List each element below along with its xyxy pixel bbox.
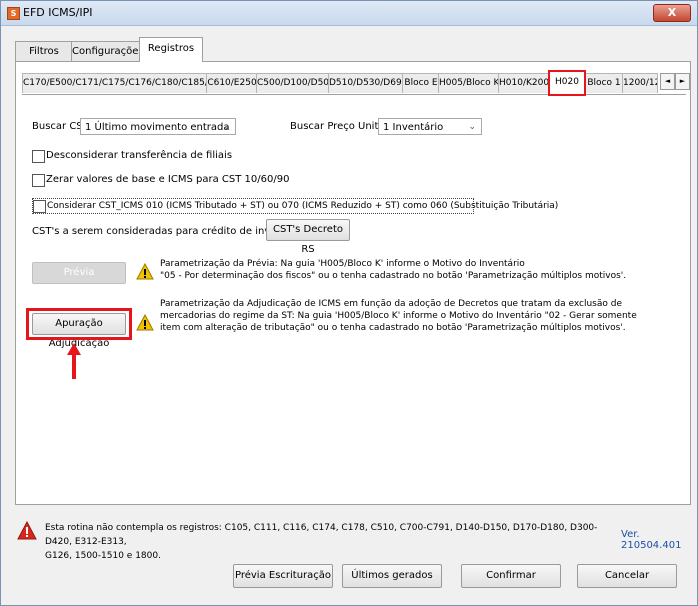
note-line-1: Esta rotina não contempla os registros: …: [45, 523, 598, 547]
tab-scroll-right-icon[interactable]: ►: [675, 73, 690, 90]
registros-note: Esta rotina não contempla os registros: …: [45, 521, 605, 563]
previa-escrituracao-button[interactable]: Prévia Escrituração: [233, 564, 333, 588]
chevron-down-icon: ⌄: [468, 122, 476, 132]
buscar-preco-select[interactable]: 1 Inventário ⌄: [378, 118, 482, 135]
cancelar-button[interactable]: Cancelar: [577, 564, 677, 588]
chk-considerar[interactable]: [33, 200, 46, 213]
tab-d510[interactable]: D510/D530/D695: [328, 73, 404, 93]
inner-tab-strip: C170/E500/C171/C175/C176/C180/C185/C197 …: [22, 70, 690, 96]
tab-1200[interactable]: 1200/12: [622, 73, 658, 93]
tab-c500[interactable]: C500/D100/D500: [256, 73, 330, 93]
apuracao-desc-line-2: mercadorias do regime da ST: Na guia 'H0…: [160, 311, 637, 321]
dialog-window: S EFD ICMS/IPI X Filtros Configurações R…: [0, 0, 698, 606]
warning-icon: [136, 263, 154, 280]
tab-h005[interactable]: H005/Bloco K: [438, 73, 500, 93]
tab-bloco-1[interactable]: Bloco 1: [584, 73, 624, 93]
tab-h020[interactable]: H020: [548, 70, 586, 96]
apuracao-desc-line-1: Parametrização da Adjudicação de ICMS em…: [160, 299, 622, 309]
apuracao-desc-line-3: item com alteração de tributação" ou o t…: [160, 323, 626, 333]
csts-decreto-button[interactable]: CST's Decreto RS: [266, 219, 350, 255]
previa-description: Parametrização da Prévia: Na guia 'H005/…: [160, 258, 626, 282]
chk-desconsiderar-label: Desconsiderar transferência de filiais: [46, 150, 233, 161]
window-title: EFD ICMS/IPI: [23, 6, 93, 19]
csts-label: CST's a serem consideradas para crédito …: [32, 226, 306, 237]
previa-desc-line-2: "05 - Por determinação dos fiscos" ou o …: [160, 271, 627, 281]
tab-filtros[interactable]: Filtros: [15, 41, 73, 61]
chk-zerar-label: Zerar valores de base e ICMS para CST 10…: [46, 174, 290, 185]
app-icon: S: [7, 7, 20, 20]
chk-considerar-label: Considerar CST_ICMS 010 (ICMS Tributado …: [47, 201, 559, 211]
buscar-cst-select[interactable]: 1 Último movimento entrada ⌄: [80, 118, 236, 135]
version-label: Ver. 210504.401: [621, 529, 682, 551]
confirmar-button[interactable]: Confirmar: [461, 564, 561, 588]
tab-configuracoes[interactable]: Configurações: [71, 41, 144, 61]
chevron-down-icon: ⌄: [222, 122, 230, 132]
tab-c610[interactable]: C610/E250: [206, 73, 258, 93]
chk-zerar-row[interactable]: Zerar valores de base e ICMS para CST 10…: [32, 173, 289, 187]
alert-icon: [17, 521, 37, 540]
buscar-preco-value: 1 Inventário: [383, 122, 444, 133]
tab-c170[interactable]: C170/E500/C171/C175/C176/C180/C185/C197: [22, 73, 208, 93]
title-bar[interactable]: S EFD ICMS/IPI X: [1, 1, 697, 26]
tab-bloco-e[interactable]: Bloco E: [402, 73, 440, 93]
tab-registros[interactable]: Registros: [139, 37, 203, 62]
registros-panel: C170/E500/C171/C175/C176/C180/C185/C197 …: [15, 61, 691, 505]
warning-icon: [136, 314, 154, 331]
apuracao-description: Parametrização da Adjudicação de ICMS em…: [160, 298, 637, 334]
chk-zerar[interactable]: [32, 174, 45, 187]
chk-desconsiderar[interactable]: [32, 150, 45, 163]
chk-desconsiderar-row[interactable]: Desconsiderar transferência de filiais: [32, 149, 232, 163]
buscar-cst-value: 1 Último movimento entrada: [85, 122, 230, 133]
close-button[interactable]: X: [653, 4, 691, 22]
chk-considerar-row[interactable]: Considerar CST_ICMS 010 (ICMS Tributado …: [32, 198, 558, 214]
tab-h010[interactable]: H010/K200: [498, 73, 550, 93]
note-line-2: G126, 1500-1510 e 1800.: [45, 551, 161, 561]
tab-scroll: ◄ ►: [660, 73, 690, 90]
previa-desc-line-1: Parametrização da Prévia: Na guia 'H005/…: [160, 259, 525, 269]
highlight-box-apuracao: [26, 308, 132, 340]
ultimos-gerados-button[interactable]: Últimos gerados: [342, 564, 442, 588]
previa-button[interactable]: Prévia: [32, 262, 126, 284]
arrow-up-icon: [67, 343, 81, 379]
h020-panel: Buscar CST 1 Último movimento entrada ⌄ …: [22, 95, 680, 447]
tab-scroll-left-icon[interactable]: ◄: [660, 73, 675, 90]
